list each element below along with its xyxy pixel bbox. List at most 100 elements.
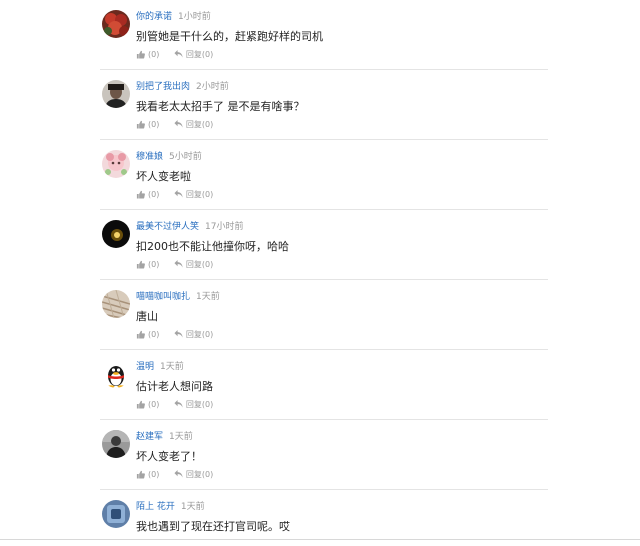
comment-meta: 别把了我出肉 2小时前 — [136, 80, 229, 94]
comment-actions: (0) 回复(0) — [136, 329, 213, 341]
comment-text: 我也遇到了现在还打官司呢。哎 — [136, 520, 290, 533]
comment-meta: 穆准娘 5小时前 — [136, 150, 202, 164]
comment-text: 坏人变老了！ — [136, 450, 202, 463]
avatar[interactable] — [102, 290, 130, 318]
comment-text: 坏人变老啦 — [136, 170, 191, 183]
reply-label: 回复(0) — [185, 190, 214, 199]
like-count: (0) — [148, 190, 160, 199]
comment-meta: 赵建军 1天前 — [136, 430, 193, 444]
comment-meta: 陌上 花开 1天前 — [136, 500, 205, 514]
username-link[interactable]: 赵建军 — [136, 432, 163, 442]
like-count: (0) — [148, 470, 160, 479]
like-button[interactable]: (0) — [136, 189, 159, 201]
reply-label: 回复(0) — [185, 260, 214, 269]
reply-label: 回复(0) — [185, 120, 214, 129]
comment-item: 别把了我出肉 2小时前 我看老太太招手了 是不是有啥事？ (0) 回复(0) — [100, 70, 548, 140]
thumbs-up-icon — [136, 470, 145, 479]
username-link[interactable]: 你的承诺 — [136, 12, 172, 22]
thumbs-up-icon — [136, 120, 145, 129]
comment-item: 赵建军 1天前 坏人变老了！ (0) 回复(0) — [100, 420, 548, 490]
comment-meta: 喵喵咖叫咖扎 1天前 — [136, 290, 220, 304]
like-count: (0) — [148, 330, 160, 339]
reply-arrow-icon — [174, 470, 183, 478]
like-button[interactable]: (0) — [136, 329, 159, 341]
reply-arrow-icon — [174, 260, 183, 268]
reply-arrow-icon — [174, 120, 183, 128]
reply-label: 回复(0) — [185, 50, 214, 59]
avatar[interactable] — [102, 80, 130, 108]
comment-actions: (0) 回复(0) — [136, 399, 213, 411]
comment-item: 穆准娘 5小时前 坏人变老啦 (0) 回复(0) — [100, 140, 548, 210]
reply-button[interactable]: 回复(0) — [174, 259, 213, 271]
username-link[interactable]: 别把了我出肉 — [136, 82, 190, 92]
reply-arrow-icon — [174, 400, 183, 408]
comment-meta: 温明 1天前 — [136, 360, 184, 374]
avatar[interactable] — [102, 150, 130, 178]
reply-arrow-icon — [174, 330, 183, 338]
timestamp: 1小时前 — [178, 12, 211, 22]
like-count: (0) — [148, 260, 160, 269]
comment-meta: 最美不过伊人笑 17小时前 — [136, 220, 243, 234]
avatar[interactable] — [102, 10, 130, 38]
comment-actions: (0) 回复(0) — [136, 49, 213, 61]
qq-penguin-icon — [102, 360, 130, 388]
comment-actions: (0) 回复(0) — [136, 259, 213, 271]
like-button[interactable]: (0) — [136, 469, 159, 481]
username-link[interactable]: 温明 — [136, 362, 154, 372]
timestamp: 1天前 — [180, 502, 205, 512]
comment-actions: (0) 回复(0) — [136, 119, 213, 131]
comment-item: 喵喵咖叫咖扎 1天前 唐山 (0) 回复(0) — [100, 280, 548, 350]
like-count: (0) — [148, 50, 160, 59]
timestamp: 1天前 — [160, 362, 184, 372]
comment-actions: (0) 回复(0) — [136, 469, 213, 481]
like-count: (0) — [148, 120, 160, 129]
thumbs-up-icon — [136, 50, 145, 59]
reply-arrow-icon — [174, 190, 183, 198]
reply-button[interactable]: 回复(0) — [174, 399, 213, 411]
timestamp: 2小时前 — [196, 82, 229, 92]
like-button[interactable]: (0) — [136, 119, 159, 131]
username-link[interactable]: 陌上 花开 — [136, 502, 175, 512]
timestamp: 1天前 — [169, 432, 193, 442]
reply-button[interactable]: 回复(0) — [174, 329, 213, 341]
thumbs-up-icon — [136, 330, 145, 339]
timestamp: 1天前 — [196, 292, 220, 302]
thumbs-up-icon — [136, 400, 145, 409]
comment-item: 陌上 花开 1天前 我也遇到了现在还打官司呢。哎 — [100, 490, 548, 546]
reply-label: 回复(0) — [185, 330, 214, 339]
reply-button[interactable]: 回复(0) — [174, 119, 213, 131]
comment-list-page: 你的承诺 1小时前 别管她是干什么的，赶紧跑好样的司机 (0) 回复(0) 别把了… — [0, 0, 640, 546]
comment-text: 我看老太太招手了 是不是有啥事？ — [136, 100, 305, 113]
comment-item: 温明 1天前 估计老人想问路 (0) 回复(0) — [100, 350, 548, 420]
like-button[interactable]: (0) — [136, 259, 159, 271]
reply-arrow-icon — [174, 50, 183, 58]
like-count: (0) — [148, 400, 160, 409]
comment-actions: (0) 回复(0) — [136, 189, 213, 201]
reply-button[interactable]: 回复(0) — [174, 189, 213, 201]
username-link[interactable]: 最美不过伊人笑 — [136, 222, 199, 232]
username-link[interactable]: 喵喵咖叫咖扎 — [136, 292, 190, 302]
reply-button[interactable]: 回复(0) — [174, 469, 213, 481]
bottom-border — [0, 539, 640, 540]
like-button[interactable]: (0) — [136, 399, 159, 411]
thumbs-up-icon — [136, 190, 145, 199]
timestamp: 17小时前 — [205, 222, 244, 232]
reply-button[interactable]: 回复(0) — [174, 49, 213, 61]
reply-label: 回复(0) — [185, 470, 214, 479]
avatar[interactable] — [102, 500, 130, 528]
comment-item: 你的承诺 1小时前 别管她是干什么的，赶紧跑好样的司机 (0) 回复(0) — [100, 0, 548, 70]
username-link[interactable]: 穆准娘 — [136, 152, 163, 162]
comment-text: 估计老人想问路 — [136, 380, 213, 393]
like-button[interactable]: (0) — [136, 49, 159, 61]
timestamp: 5小时前 — [169, 152, 202, 162]
comment-text: 扣200也不能让他撞你呀，哈哈 — [136, 240, 289, 253]
avatar[interactable] — [102, 430, 130, 458]
comment-meta: 你的承诺 1小时前 — [136, 10, 211, 24]
thumbs-up-icon — [136, 260, 145, 269]
avatar[interactable] — [102, 360, 130, 388]
avatar[interactable] — [102, 220, 130, 248]
comment-text: 别管她是干什么的，赶紧跑好样的司机 — [136, 30, 323, 43]
comment-item: 最美不过伊人笑 17小时前 扣200也不能让他撞你呀，哈哈 (0) 回复(0) — [100, 210, 548, 280]
comment-text: 唐山 — [136, 310, 158, 323]
reply-label: 回复(0) — [185, 400, 214, 409]
